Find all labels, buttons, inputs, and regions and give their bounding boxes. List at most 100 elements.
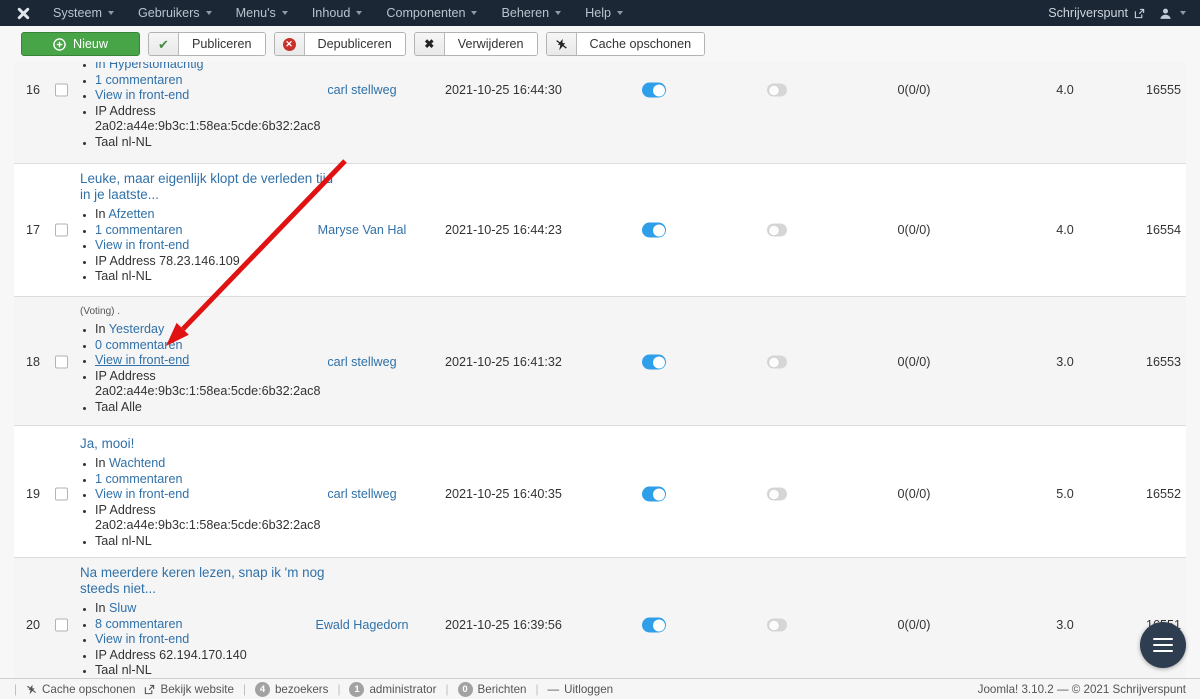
statusbar-view-site[interactable]: Bekijk website	[144, 683, 234, 696]
lightning-slash-icon	[27, 684, 36, 694]
visitors-count-badge: 4	[254, 681, 270, 697]
menu-systeem[interactable]: Systeem	[41, 0, 126, 26]
view-in-frontend-link[interactable]: View in front-end	[95, 632, 189, 646]
comment-id: 16552	[1145, 487, 1181, 501]
view-in-frontend-link[interactable]: View in front-end	[95, 238, 189, 252]
table-row-18: 18 (Voting) . In Yesterday 0 commentaren…	[14, 296, 1186, 425]
site-preview-link[interactable]: Schrijverspunt	[1048, 6, 1145, 20]
published-toggle[interactable]	[642, 354, 666, 370]
table-row-17: 17 Leuke, maar eigenlijk klopt de verled…	[14, 163, 1186, 296]
chevron-down-icon	[205, 11, 212, 15]
row-checkbox[interactable]	[55, 355, 68, 369]
circle-x-icon: ✕	[282, 37, 296, 51]
comment-title-link[interactable]: Ja, mooi!	[80, 436, 358, 452]
published-toggle[interactable]	[642, 617, 666, 633]
table-row-19: 19 Ja, mooi! In Wachtend 1 commentaren V…	[14, 425, 1186, 557]
author-link[interactable]: Ewald Hagedorn	[315, 618, 408, 632]
comments-count-link[interactable]: 8 commentaren	[95, 617, 183, 631]
date-created: 2021-10-25 16:39:56	[445, 618, 562, 632]
published-toggle[interactable]	[642, 82, 666, 98]
comments-count-link[interactable]: 1 commentaren	[95, 472, 183, 486]
row-checkbox[interactable]	[55, 618, 68, 632]
new-button[interactable]: Nieuw	[21, 32, 140, 56]
floating-menu-button[interactable]	[1140, 622, 1186, 668]
clear-cache-button[interactable]: Cache opschonen	[545, 32, 706, 56]
ip-address-continued: 2a02:a44e:9b3c:1:58ea:5cde:6b32:2ac8	[95, 119, 321, 133]
featured-toggle[interactable]	[767, 355, 787, 369]
messages-count-badge: 0	[457, 681, 473, 697]
comments-count-link[interactable]: 1 commentaren	[95, 73, 183, 87]
author-link[interactable]: Maryse Van Hal	[318, 223, 407, 237]
statusbar-admins[interactable]: 1 administrator	[349, 681, 437, 697]
published-toggle[interactable]	[642, 486, 666, 502]
comment-title: (Voting) .	[80, 306, 121, 317]
language: Taal nl-NL	[95, 269, 152, 283]
row-checkbox[interactable]	[55, 487, 68, 501]
comment-id: 16554	[1145, 223, 1181, 237]
featured-toggle[interactable]	[767, 618, 787, 632]
ip-address: IP Address 62.194.170.140	[95, 647, 247, 662]
menu-beheren[interactable]: Beheren	[489, 0, 573, 26]
rating-value: 3.0	[1056, 618, 1074, 632]
row-checkbox[interactable]	[55, 223, 68, 237]
category-link[interactable]: Afzetten	[108, 207, 154, 221]
chevron-down-icon	[471, 11, 478, 15]
category-link[interactable]: Wachtend	[109, 456, 165, 470]
published-toggle[interactable]	[642, 222, 666, 238]
user-menu[interactable]	[1159, 7, 1186, 20]
view-in-frontend-link[interactable]: View in front-end	[95, 353, 189, 367]
featured-toggle[interactable]	[767, 223, 787, 237]
dash-icon: —	[547, 682, 560, 696]
menu-menus[interactable]: Menu's	[224, 0, 300, 26]
chevron-down-icon	[617, 11, 623, 15]
category-link[interactable]: Sluw	[109, 601, 136, 615]
author-link[interactable]: carl stellweg	[327, 355, 396, 369]
language: Taal nl-NL	[95, 134, 152, 149]
view-in-frontend-link[interactable]: View in front-end	[95, 88, 189, 102]
hamburger-icon	[1153, 637, 1173, 641]
comments-count-link[interactable]: 1 commentaren	[95, 223, 183, 237]
comment-title-link[interactable]: Leuke, maar eigenlijk klopt de verleden …	[80, 171, 358, 203]
ip-address: IP Address 78.23.146.109	[95, 253, 240, 268]
category-link[interactable]: In Hyperstomachtig	[95, 62, 204, 71]
brand-name: Schrijverspunt	[1048, 6, 1128, 20]
votes-count: 0(0/0)	[897, 618, 931, 632]
statusbar-visitors[interactable]: 4 bezoekers	[254, 681, 328, 697]
featured-toggle[interactable]	[767, 487, 787, 501]
row-checkbox[interactable]	[55, 83, 68, 97]
category-link[interactable]: Yesterday	[109, 322, 165, 336]
menu-componenten[interactable]: Componenten	[374, 0, 489, 26]
comment-title-link[interactable]: Na meerdere keren lezen, snap ik 'm nog …	[80, 565, 358, 597]
votes-count: 0(0/0)	[897, 487, 931, 501]
statusbar-logout[interactable]: — Uitloggen	[548, 683, 614, 696]
author-link[interactable]: carl stellweg	[327, 487, 396, 501]
row-number: 18	[25, 355, 40, 369]
lightning-slash-icon	[555, 38, 567, 50]
table-row-16: 16 In Hyperstomachtig 1 commentaren View…	[14, 62, 1186, 163]
table-row-20: 20 Na meerdere keren lezen, snap ik 'm n…	[14, 557, 1186, 678]
delete-button[interactable]: ✖ Verwijderen	[413, 32, 538, 56]
publish-button[interactable]: ✔ Publiceren	[148, 32, 266, 56]
view-in-frontend-link[interactable]: View in front-end	[95, 487, 189, 501]
comments-count-link[interactable]: 0 commentaren	[95, 338, 183, 352]
unpublish-button[interactable]: ✕ Depubliceren	[273, 32, 406, 56]
x-icon: ✖	[424, 37, 435, 51]
author-link[interactable]: carl stellweg	[327, 83, 396, 97]
statusbar-clear-cache[interactable]: Cache opschonen	[26, 683, 135, 696]
menu-gebruikers[interactable]: Gebruikers	[126, 0, 224, 26]
votes-count: 0(0/0)	[897, 223, 931, 237]
joomla-version: Joomla! 3.10.2 — © 2021 Schrijverspunt	[977, 682, 1186, 696]
date-created: 2021-10-25 16:44:23	[445, 223, 562, 237]
rating-value: 4.0	[1056, 83, 1074, 97]
joomla-logo	[16, 6, 31, 21]
featured-toggle[interactable]	[767, 83, 787, 97]
menu-inhoud[interactable]: Inhoud	[300, 0, 375, 26]
chevron-down-icon	[1180, 11, 1186, 15]
statusbar-messages[interactable]: 0 Berichten	[457, 681, 527, 697]
row-number: 19	[25, 487, 40, 501]
user-icon	[1160, 8, 1171, 19]
external-link-icon	[145, 684, 155, 694]
votes-count: 0(0/0)	[897, 83, 931, 97]
menu-help[interactable]: Help	[573, 0, 635, 26]
row-number: 20	[25, 618, 40, 632]
